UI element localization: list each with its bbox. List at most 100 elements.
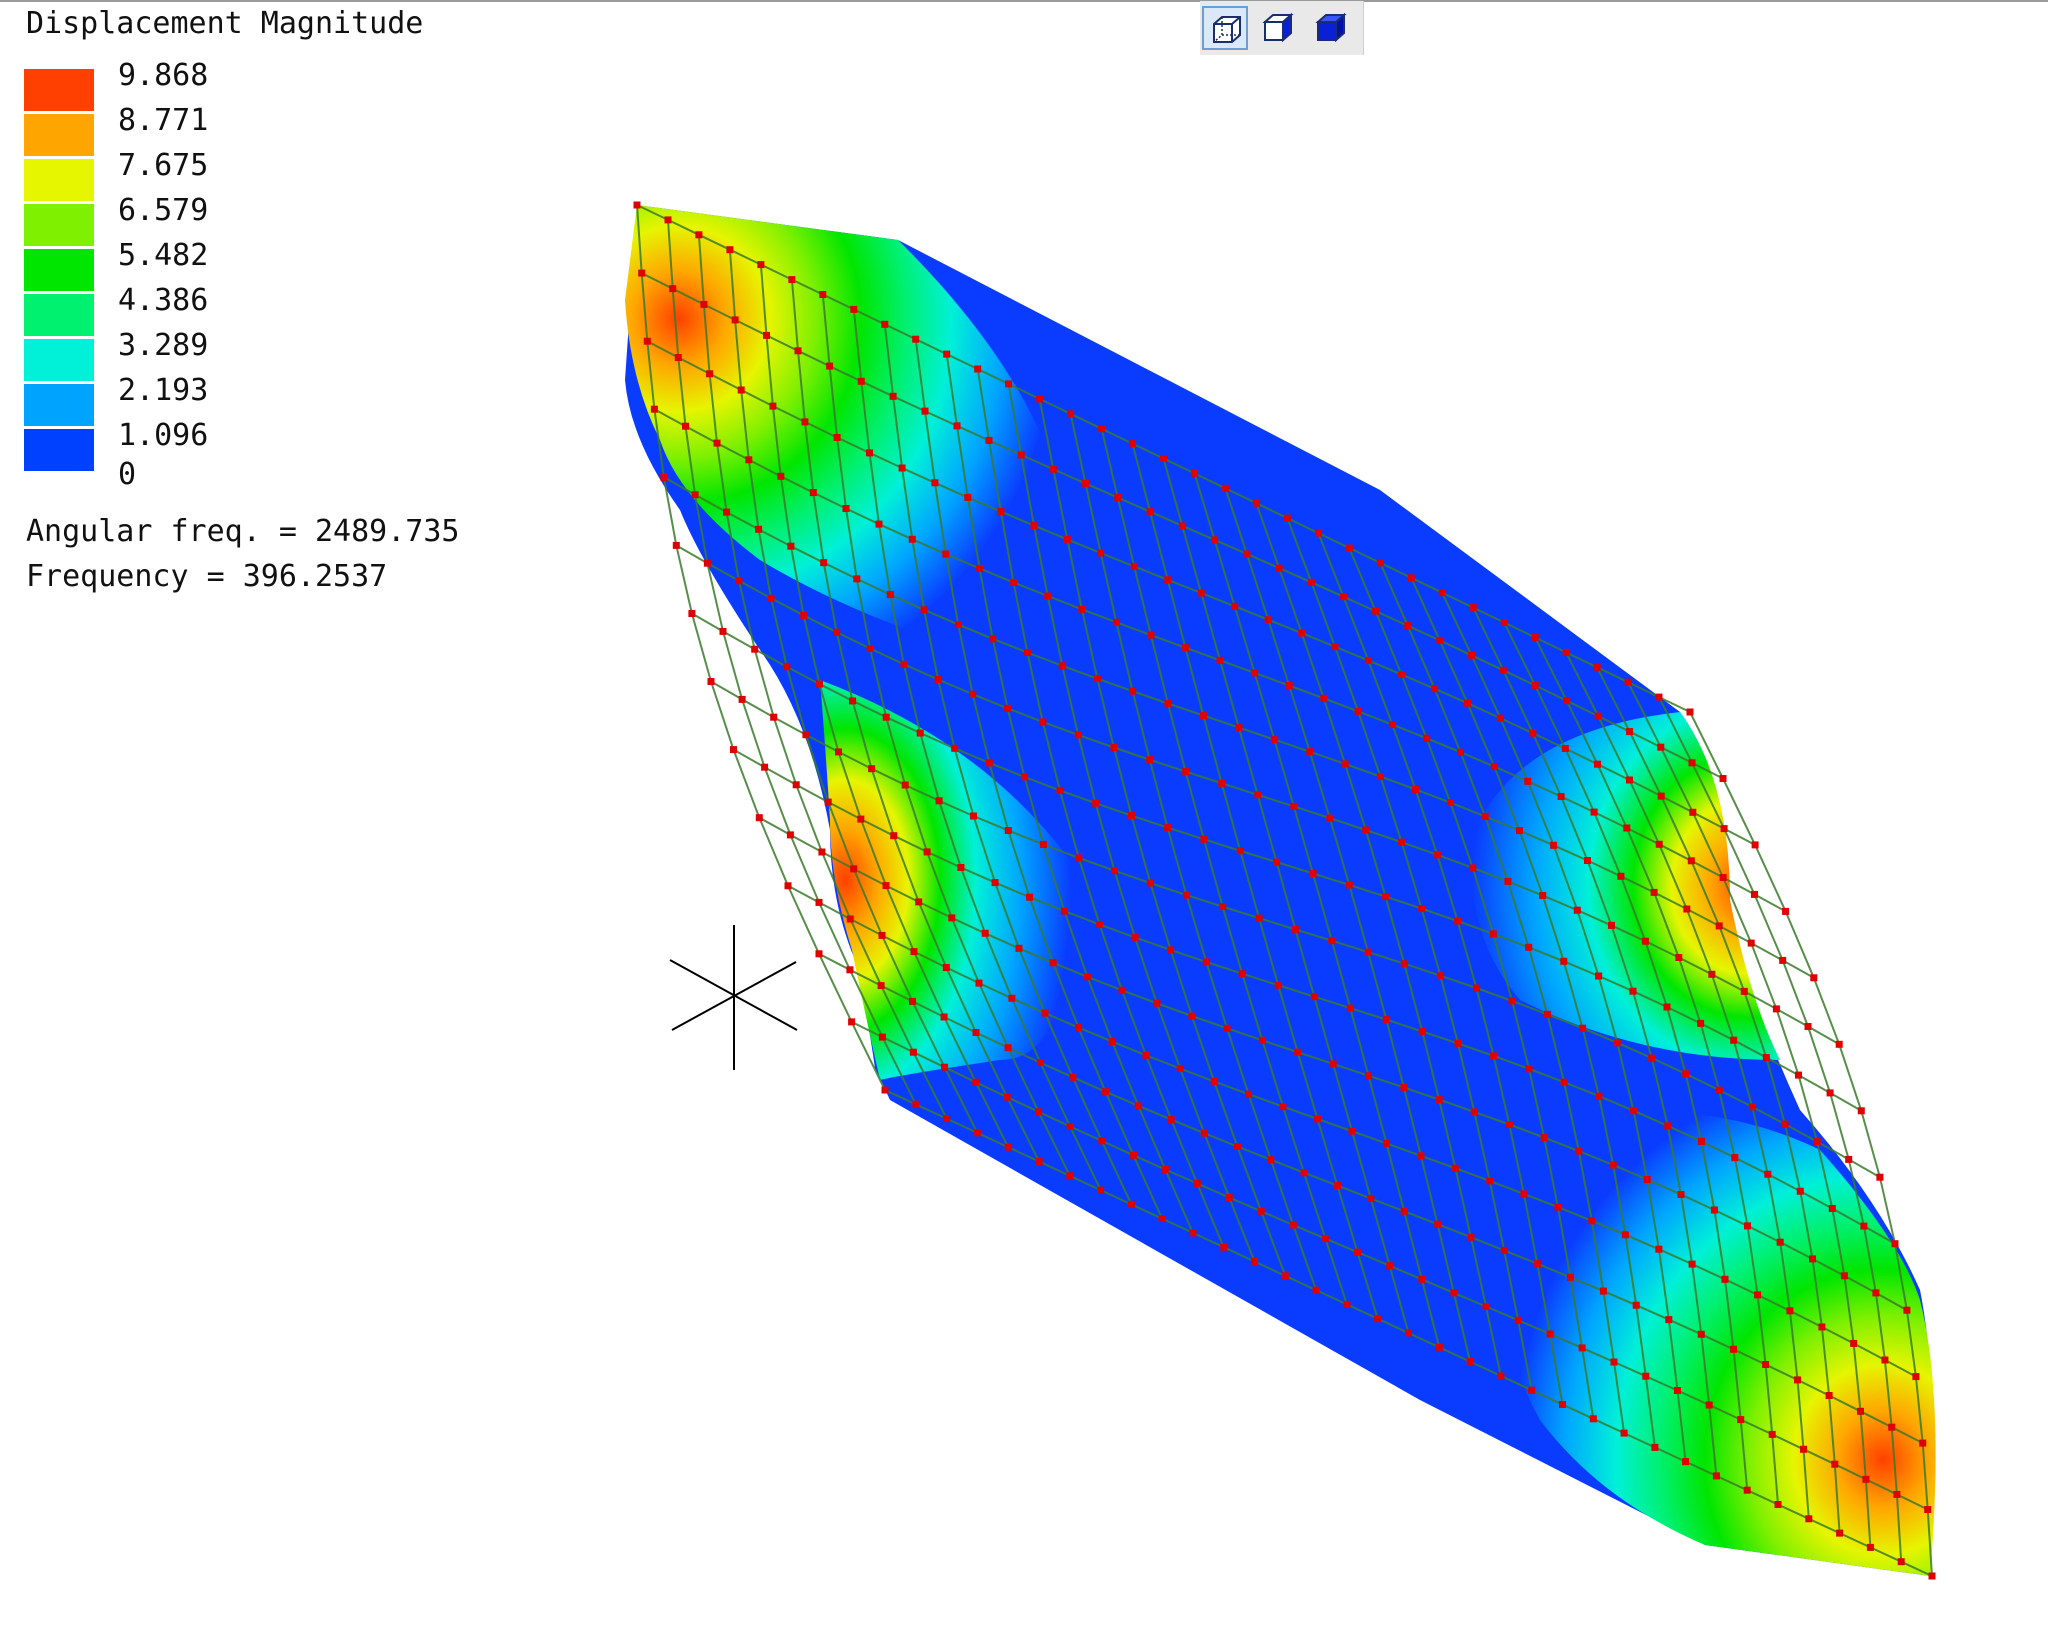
mesh-node xyxy=(633,201,641,209)
mesh-node xyxy=(1599,1287,1607,1295)
mesh-node xyxy=(1665,1316,1673,1324)
mesh-node xyxy=(1762,1361,1770,1368)
mesh-node xyxy=(1626,728,1634,736)
mesh-node xyxy=(1333,1182,1341,1190)
mesh-node xyxy=(1872,1289,1880,1297)
mesh-node xyxy=(1608,921,1615,929)
mesh-node xyxy=(1454,917,1462,925)
mesh-node xyxy=(1620,1429,1628,1437)
mesh-node xyxy=(1063,535,1071,543)
mesh-node xyxy=(935,797,943,805)
mesh-node xyxy=(1418,905,1426,913)
mesh-node xyxy=(755,525,763,533)
mesh-node xyxy=(910,948,918,956)
mesh-node xyxy=(1197,589,1205,597)
mesh-node xyxy=(1003,1093,1011,1101)
mesh-node xyxy=(1321,1235,1329,1243)
mesh-node xyxy=(1712,1472,1720,1480)
mesh-node xyxy=(1720,825,1728,833)
mesh-node xyxy=(1129,440,1136,448)
mesh-node xyxy=(970,812,977,820)
mesh-node xyxy=(1041,1009,1049,1017)
mesh-node xyxy=(1067,410,1075,418)
mesh-node xyxy=(703,559,711,567)
mesh-node xyxy=(1153,999,1161,1007)
mesh-node xyxy=(1251,1258,1258,1265)
mesh-node xyxy=(878,931,886,939)
mesh-node xyxy=(1835,1040,1843,1048)
mesh-node xyxy=(719,627,727,635)
mesh-node xyxy=(1131,933,1139,941)
mesh-node xyxy=(1039,841,1047,848)
mesh-node xyxy=(1216,656,1224,664)
mesh-node xyxy=(912,335,920,343)
mesh-node xyxy=(819,291,827,298)
mesh-node xyxy=(1083,973,1091,981)
mesh-node xyxy=(1167,1116,1175,1124)
mesh-node xyxy=(1651,1443,1659,1451)
mesh-node xyxy=(1697,1137,1705,1145)
hotspot-bottom-right xyxy=(1498,1110,1936,1576)
mesh-node xyxy=(770,713,778,721)
mesh-node xyxy=(1200,1129,1208,1137)
mesh-node xyxy=(1147,631,1155,639)
mesh-node xyxy=(997,508,1005,516)
mesh-node xyxy=(1243,550,1251,558)
mesh-node xyxy=(1632,1301,1640,1309)
mesh-node xyxy=(1404,622,1412,630)
mesh-node xyxy=(1748,1103,1756,1111)
fem-model-viewport[interactable] xyxy=(0,0,2048,1643)
mesh-node xyxy=(1539,892,1547,899)
mesh-node xyxy=(1221,484,1229,492)
mesh-node xyxy=(1664,1122,1672,1130)
mesh-node xyxy=(1423,734,1431,742)
mesh-node xyxy=(1562,648,1570,656)
mesh-node xyxy=(1623,824,1631,832)
mesh-node xyxy=(783,663,791,671)
mesh-node xyxy=(1388,721,1396,729)
mesh-node xyxy=(943,350,951,358)
mesh-node xyxy=(991,879,999,887)
mesh-node xyxy=(931,479,939,487)
mesh-node xyxy=(1831,1460,1839,1468)
mesh-node xyxy=(1697,1330,1705,1338)
mesh-node xyxy=(1796,1187,1804,1195)
mesh-node xyxy=(761,763,769,771)
mesh-node xyxy=(1146,879,1154,887)
mesh-node xyxy=(816,680,823,688)
mesh-node xyxy=(1210,1078,1218,1085)
mesh-node xyxy=(1023,649,1031,656)
mesh-node xyxy=(1675,954,1683,961)
mesh-node xyxy=(833,434,841,441)
mesh-node xyxy=(878,1033,886,1041)
mesh-node xyxy=(942,550,950,558)
mesh-node xyxy=(1309,870,1317,877)
axes-triad-icon xyxy=(669,925,798,1070)
mesh-node xyxy=(1794,1376,1801,1384)
mesh-node xyxy=(1613,1039,1621,1047)
mesh-node xyxy=(1310,993,1318,1001)
mesh-node xyxy=(1279,1103,1287,1111)
mesh-node xyxy=(846,966,854,974)
mesh-node xyxy=(833,628,841,636)
mesh-node xyxy=(801,418,809,426)
mesh-node xyxy=(1554,1203,1562,1211)
mesh-node xyxy=(974,365,982,373)
mesh-node xyxy=(1584,857,1591,864)
mesh-node xyxy=(953,422,961,430)
mesh-node xyxy=(1329,1060,1337,1068)
mesh-node xyxy=(1504,877,1512,885)
mesh-node xyxy=(1451,1164,1459,1172)
mesh-node xyxy=(1026,893,1034,901)
mesh-node xyxy=(731,316,739,324)
mesh-node xyxy=(1912,1373,1920,1381)
mesh-node xyxy=(857,815,865,823)
mesh-node xyxy=(1525,1065,1533,1073)
mesh-node xyxy=(1715,922,1723,930)
mesh-node xyxy=(882,713,890,721)
mesh-node xyxy=(755,814,763,822)
mesh-node xyxy=(1708,970,1716,978)
mesh-node xyxy=(889,392,897,400)
mesh-node xyxy=(1578,1344,1586,1352)
mesh-node xyxy=(1818,1323,1826,1331)
